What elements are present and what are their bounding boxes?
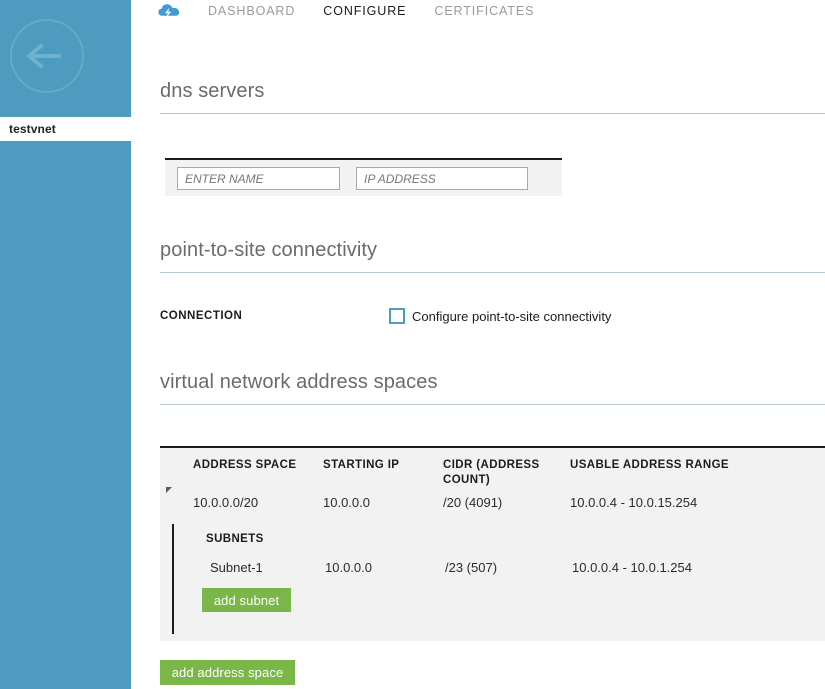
cell-subnet-usable-range: 10.0.0.4 - 10.0.1.254 xyxy=(572,560,802,575)
back-arrow-icon[interactable] xyxy=(24,43,70,69)
top-navigation: DASHBOARD CONFIGURE CERTIFICATES xyxy=(131,0,534,22)
table-header-row: ADDRESS SPACE STARTING IP CIDR (ADDRESS … xyxy=(160,458,825,490)
table-row: 10.0.0.0/20 10.0.0.0 /20 (4091) 10.0.0.4… xyxy=(160,495,825,517)
subnets-heading: SUBNETS xyxy=(206,533,264,545)
expander-toggle-icon[interactable] xyxy=(166,487,172,493)
tab-certificates[interactable]: CERTIFICATES xyxy=(434,4,534,19)
cell-starting-ip: 10.0.0.0 xyxy=(323,495,438,510)
point-to-site-title: point-to-site connectivity xyxy=(160,238,825,262)
cell-address-space: 10.0.0.0/20 xyxy=(193,495,323,510)
cell-cidr: /20 (4091) xyxy=(443,495,565,510)
cell-usable-range: 10.0.0.4 - 10.0.15.254 xyxy=(570,495,800,510)
sidebar: testvnet xyxy=(0,0,131,689)
column-header-address-space: ADDRESS SPACE xyxy=(193,458,323,473)
configure-point-to-site-checkbox[interactable] xyxy=(389,308,405,324)
resource-name-strip: testvnet xyxy=(0,117,131,141)
tab-configure[interactable]: CONFIGURE xyxy=(323,4,406,19)
address-spaces-title: virtual network address spaces xyxy=(160,370,825,394)
column-header-starting-ip: STARTING IP xyxy=(323,458,438,473)
dns-name-input[interactable] xyxy=(177,167,340,190)
dns-servers-section: dns servers xyxy=(160,79,825,114)
column-header-cidr-line2: COUNT) xyxy=(443,474,490,486)
content-area: DASHBOARD CONFIGURE CERTIFICATES dns ser… xyxy=(131,0,825,689)
cell-subnet-cidr: /23 (507) xyxy=(445,560,565,575)
add-address-space-button[interactable]: add address space xyxy=(160,660,295,685)
point-to-site-divider xyxy=(160,272,825,273)
point-to-site-section: point-to-site connectivity xyxy=(160,238,825,273)
column-header-cidr: CIDR (ADDRESS COUNT) xyxy=(443,458,565,488)
dns-servers-title: dns servers xyxy=(160,79,825,103)
subnet-row: Subnet-1 10.0.0.0 /23 (507) 10.0.0.4 - 1… xyxy=(174,560,825,582)
dns-ip-input[interactable] xyxy=(356,167,528,190)
tab-dashboard[interactable]: DASHBOARD xyxy=(208,4,295,19)
connection-label: CONNECTION xyxy=(160,310,242,322)
dns-entry-row xyxy=(165,158,562,196)
resource-name-label: testvnet xyxy=(0,122,56,136)
dns-servers-divider xyxy=(160,113,825,114)
connection-row: CONNECTION Configure point-to-site conne… xyxy=(160,308,760,328)
address-spaces-section: virtual network address spaces xyxy=(160,370,825,405)
add-subnet-button[interactable]: add subnet xyxy=(202,588,291,612)
cell-subnet-starting-ip: 10.0.0.0 xyxy=(325,560,435,575)
address-spaces-divider xyxy=(160,404,825,405)
column-header-usable-range: USABLE ADDRESS RANGE xyxy=(570,458,800,473)
subnets-block: SUBNETS Subnet-1 10.0.0.0 /23 (507) 10.0… xyxy=(172,524,825,634)
virtual-network-icon xyxy=(158,3,180,20)
address-space-table: ADDRESS SPACE STARTING IP CIDR (ADDRESS … xyxy=(160,446,825,641)
cell-subnet-name[interactable]: Subnet-1 xyxy=(210,560,330,575)
column-header-cidr-line1: CIDR (ADDRESS xyxy=(443,459,540,471)
configure-point-to-site-label[interactable]: Configure point-to-site connectivity xyxy=(412,309,611,324)
